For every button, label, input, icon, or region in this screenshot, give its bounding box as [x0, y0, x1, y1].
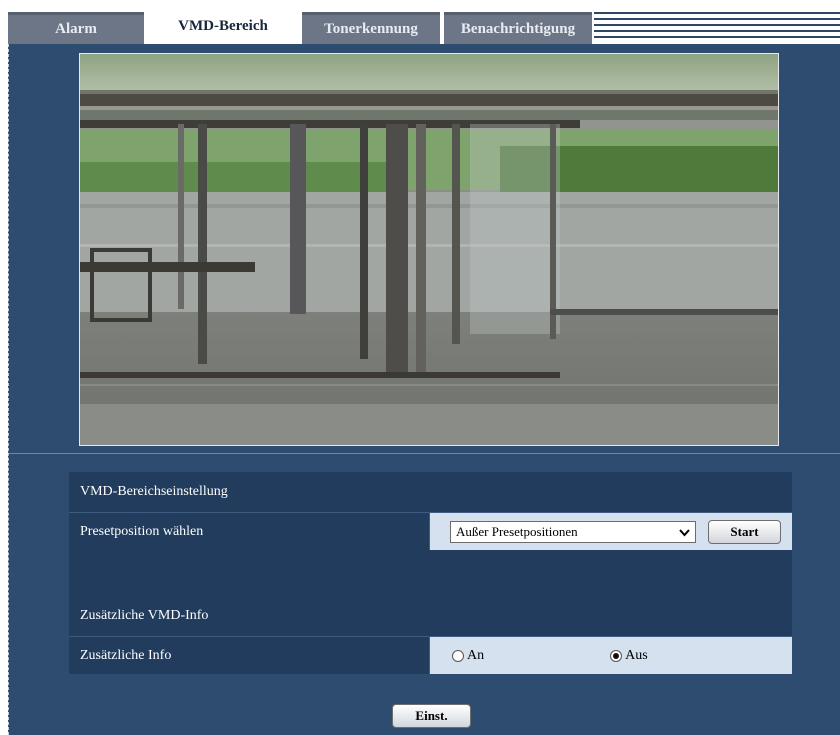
einst-button[interactable]: Einst. — [392, 704, 471, 728]
tab-tonerkennung[interactable]: Tonerkennung — [302, 12, 440, 44]
camera-preview-image — [80, 54, 778, 445]
extra-info-row: Zusätzliche Info An Aus — [69, 636, 792, 674]
extra-info-label: Zusätzliche Info — [69, 636, 429, 674]
tab-bar-rule — [594, 30, 840, 32]
extra-info-section-title: Zusätzliche VMD-Info — [69, 596, 792, 636]
preset-select[interactable]: Außer Presetpositionen — [450, 520, 696, 543]
radio-an[interactable] — [452, 649, 464, 662]
tab-bar-rule — [594, 18, 840, 20]
tab-vmd-bereich-label: VMD-Bereich — [178, 17, 268, 34]
radio-an-group[interactable]: An — [452, 648, 484, 664]
radio-aus-group[interactable]: Aus — [610, 648, 648, 664]
tab-bar-rule — [594, 36, 840, 38]
preset-label: Presetposition wählen — [69, 512, 429, 550]
tab-vmd-bereich[interactable]: VMD-Bereich — [148, 8, 298, 44]
panel-divider — [9, 453, 840, 454]
preset-row: Presetposition wählen Außer Presetpositi… — [69, 512, 792, 550]
extra-info-value-cell: An Aus — [429, 636, 792, 674]
radio-an-label: An — [467, 647, 485, 663]
preset-value-cell: Außer Presetpositionen Start — [429, 512, 792, 550]
settings-table: VMD-Bereichseinstellung Presetposition w… — [69, 472, 792, 674]
tab-bar: Alarm VMD-Bereich Tonerkennung Benachric… — [8, 8, 840, 44]
settings-panel: VMD-Bereichseinstellung Presetposition w… — [8, 44, 840, 735]
preset-select-value: Außer Presetpositionen — [456, 523, 578, 539]
vmd-area-section-title: VMD-Bereichseinstellung — [69, 472, 792, 512]
tab-alarm[interactable]: Alarm — [8, 12, 144, 44]
section-spacer — [69, 550, 792, 596]
tab-bar-rule — [594, 24, 840, 26]
camera-preview[interactable] — [79, 53, 779, 446]
start-button[interactable]: Start — [708, 519, 781, 544]
tab-bar-rule — [594, 12, 840, 14]
tab-benachrichtigung-label: Benachrichtigung — [460, 21, 576, 37]
chevron-down-icon — [679, 528, 690, 536]
tab-alarm-label: Alarm — [55, 21, 97, 37]
tab-tonerkennung-label: Tonerkennung — [324, 21, 418, 37]
tab-benachrichtigung[interactable]: Benachrichtigung — [444, 12, 592, 44]
radio-aus-label: Aus — [625, 647, 648, 663]
radio-aus[interactable] — [610, 649, 623, 662]
